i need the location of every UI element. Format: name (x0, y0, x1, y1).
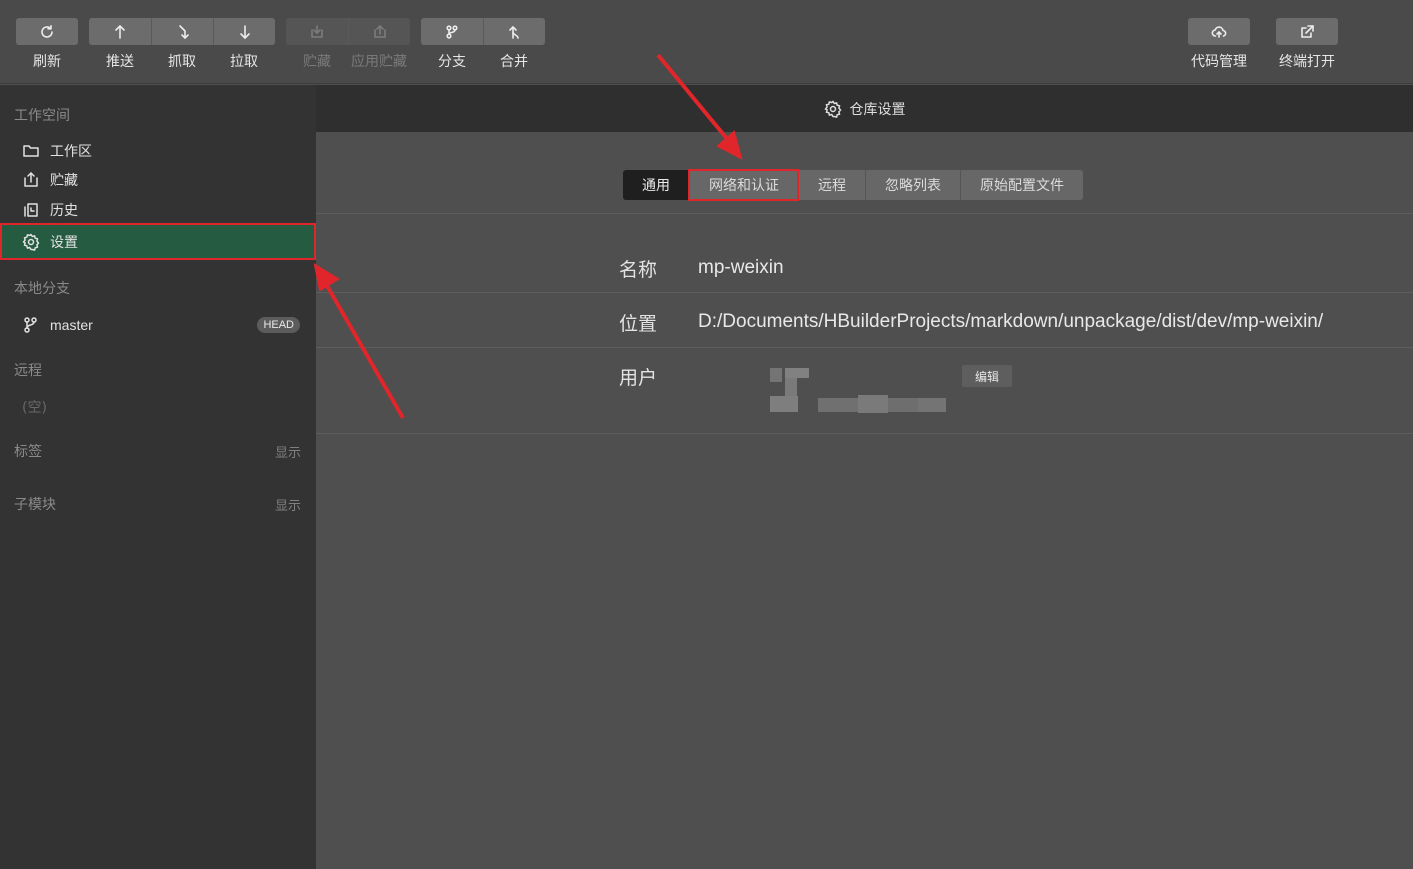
refresh-button[interactable]: 刷新 (16, 18, 78, 71)
name-value: mp-weixin (698, 257, 784, 278)
submodule-section-title: 子模块 (14, 497, 56, 513)
tab-raw-config[interactable]: 原始配置文件 (960, 170, 1083, 200)
tab-remote[interactable]: 远程 (798, 170, 865, 200)
tags-show-toggle[interactable]: 显示 (275, 442, 301, 461)
sidebar-item-settings[interactable]: 设置 (0, 223, 316, 260)
divider (316, 433, 1413, 434)
local-branch-section-title: 本地分支 (14, 281, 70, 297)
sidebar-item-stash[interactable]: 贮藏 (0, 165, 316, 195)
terminal-open-button[interactable]: 终端打开 (1276, 18, 1338, 71)
sidebar-item-label: 贮藏 (50, 173, 78, 189)
folder-icon (23, 145, 39, 157)
workspace-section-title: 工作空间 (14, 108, 70, 124)
repo-settings-header: 仓库设置 (316, 85, 1413, 132)
tab-network-auth[interactable]: 网络和认证 (688, 169, 799, 201)
stash-icon (286, 18, 348, 45)
settings-tabs: 通用 网络和认证 远程 忽略列表 原始配置文件 (623, 169, 1083, 201)
submodule-show-toggle[interactable]: 显示 (275, 495, 301, 514)
stash-icon (24, 172, 38, 187)
sidebar-item-workspace[interactable]: 工作区 (0, 136, 316, 166)
tags-section-title: 标签 (14, 444, 42, 460)
apply-stash-button[interactable]: 应用贮藏 (348, 18, 410, 71)
toolbar: 刷新 推送 抓取 拉取 贮藏 应用贮藏 分支 合并 代码管理 终端打开 (0, 0, 1413, 84)
fetch-button[interactable]: 抓取 (151, 18, 213, 71)
merge-icon (483, 18, 545, 45)
sidebar-item-label: 设置 (50, 234, 78, 251)
location-label: 位置 (619, 313, 658, 335)
history-icon (24, 203, 38, 217)
user-label: 用户 (619, 367, 658, 389)
push-button[interactable]: 推送 (89, 18, 151, 71)
apply-stash-icon (348, 18, 410, 45)
tab-ignore-list[interactable]: 忽略列表 (865, 170, 960, 200)
gear-icon (823, 99, 841, 118)
external-link-icon (1276, 18, 1338, 45)
divider (316, 292, 1413, 293)
stash-button[interactable]: 贮藏 (286, 18, 348, 71)
branch-icon (24, 317, 37, 333)
head-badge: HEAD (257, 317, 300, 333)
page-title: 仓库设置 (849, 101, 906, 118)
branch-item-master[interactable]: master HEAD (0, 310, 316, 340)
tab-general[interactable]: 通用 (623, 170, 689, 200)
code-manage-button[interactable]: 代码管理 (1188, 18, 1250, 71)
merge-button[interactable]: 合并 (483, 18, 545, 71)
edit-user-button[interactable]: 编辑 (962, 365, 1012, 387)
divider (316, 347, 1413, 348)
remote-section-title: 远程 (14, 363, 42, 379)
refresh-icon (16, 18, 78, 45)
gear-icon (22, 233, 40, 251)
divider (316, 213, 1413, 214)
branch-icon (421, 18, 483, 45)
name-label: 名称 (619, 259, 658, 281)
branch-name: master (50, 317, 93, 333)
pull-icon (213, 18, 275, 45)
branch-button[interactable]: 分支 (421, 18, 483, 71)
sidebar-item-history[interactable]: 历史 (0, 195, 316, 225)
remote-empty-text: (空) (22, 400, 47, 416)
fetch-icon (151, 18, 213, 45)
location-value: D:/Documents/HBuilderProjects/markdown/u… (698, 311, 1324, 332)
push-icon (89, 18, 151, 45)
sidebar-item-label: 历史 (50, 203, 78, 219)
pull-button[interactable]: 拉取 (213, 18, 275, 71)
app-window: 刷新 推送 抓取 拉取 贮藏 应用贮藏 分支 合并 代码管理 终端打开 工作空间… (0, 0, 1413, 869)
sidebar: 工作空间 工作区 贮藏 历史 设置 本地分支 master HEAD 远程 (空… (0, 85, 316, 869)
sidebar-item-label: 工作区 (50, 144, 92, 160)
cloud-upload-icon (1188, 18, 1250, 45)
